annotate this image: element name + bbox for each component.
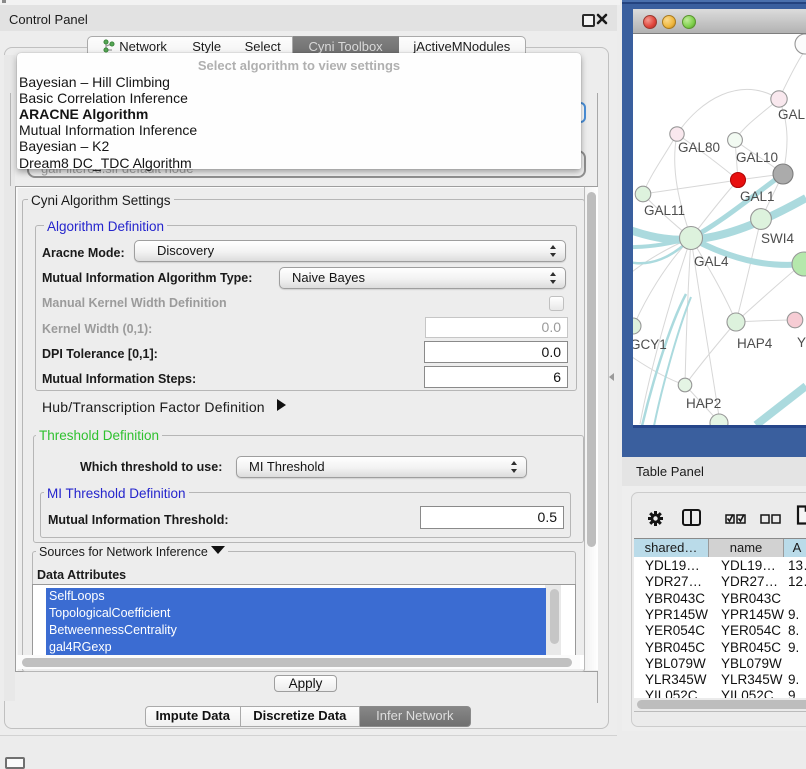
- svg-text:GAL80: GAL80: [678, 140, 720, 155]
- svg-text:GAL1: GAL1: [740, 189, 775, 204]
- svg-text:HAP4: HAP4: [737, 336, 773, 351]
- svg-text:GAL11: GAL11: [644, 203, 685, 218]
- svg-text:GCY1: GCY1: [633, 337, 667, 352]
- svg-text:GAL10: GAL10: [736, 150, 778, 165]
- svg-text:HAP2: HAP2: [686, 396, 721, 411]
- svg-text:SWI4: SWI4: [761, 231, 794, 246]
- svg-text:GAL: GAL: [778, 107, 806, 122]
- svg-text:Y: Y: [797, 335, 806, 350]
- svg-text:GAL4: GAL4: [694, 254, 729, 269]
